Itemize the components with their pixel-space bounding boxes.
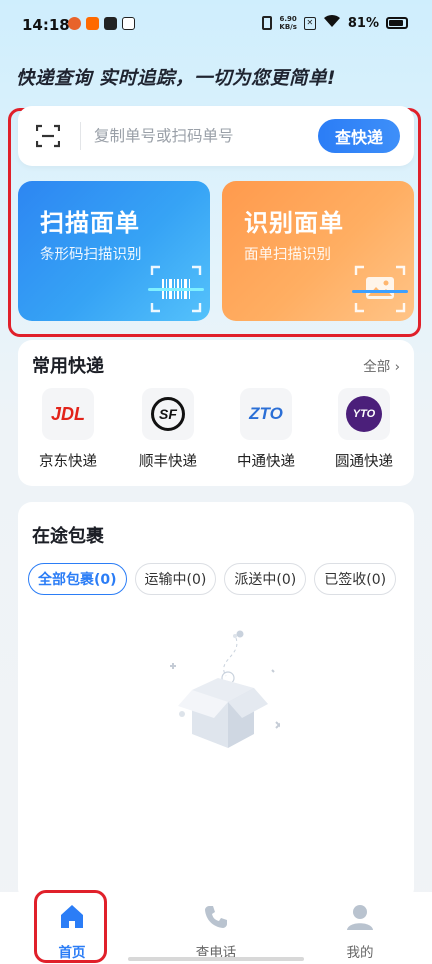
net-speed-value: 6.90 (279, 15, 297, 23)
in-transit-parcels-section: 在途包裹 全部包裹(0) 运输中(0) 派送中(0) 已签收(0) (18, 502, 414, 902)
sf-logo-icon: SF (142, 388, 194, 440)
battery-icon (386, 17, 408, 29)
status-bar: 14:18 6.90 KB/s ✕ 81% (0, 0, 432, 50)
scan-waybill-card[interactable]: 扫描面单 条形码扫描识别 (18, 181, 210, 321)
courier-sf[interactable]: SF 顺丰快递 (132, 388, 204, 478)
nav-phone[interactable]: 查电话 (168, 902, 264, 961)
highlight-frame-home-tab (34, 890, 107, 963)
slogan: 快递查询 实时追踪，一切为您更简单! (16, 68, 336, 89)
wifi-icon (323, 14, 341, 32)
common-couriers-title: 常用快递 (32, 356, 104, 377)
query-express-button[interactable]: 查快递 (318, 119, 400, 153)
courier-jd[interactable]: JDL 京东快递 (32, 388, 104, 478)
play-store-icon (122, 17, 135, 30)
identify-waybill-subtitle: 面单扫描识别 (244, 247, 331, 263)
identify-waybill-title: 识别面单 (244, 209, 344, 237)
image-scan-icon (352, 265, 408, 313)
tab-signed[interactable]: 已签收(0) (314, 563, 397, 595)
search-divider (80, 122, 81, 150)
tab-in-transit[interactable]: 运输中(0) (134, 563, 217, 595)
yto-logo-text: YTO (346, 396, 382, 432)
jd-logo-text: JDL (50, 403, 85, 424)
tab-delivering[interactable]: 派送中(0) (224, 563, 307, 595)
video-icon (104, 17, 117, 30)
nav-mine-label: 我的 (346, 945, 374, 961)
barcode-scan-icon (148, 265, 204, 313)
chevron-right-icon: › (394, 359, 400, 375)
phone-icon (205, 906, 227, 928)
courier-name: 圆通快递 (335, 454, 393, 470)
parcel-status-tabs: 全部包裹(0) 运输中(0) 派送中(0) 已签收(0) (28, 563, 397, 595)
status-time: 14:18 (22, 16, 70, 34)
all-couriers-link[interactable]: 全部 › (363, 355, 400, 375)
identify-waybill-card[interactable]: 识别面单 面单扫描识别 (222, 181, 414, 321)
courier-yto[interactable]: YTO 圆通快递 (328, 388, 400, 478)
vibrate-icon (262, 16, 273, 30)
courier-name: 顺丰快递 (139, 454, 197, 470)
home-indicator (128, 957, 304, 961)
all-couriers-label: 全部 (363, 359, 391, 375)
weibo-icon (68, 17, 81, 30)
yto-logo-icon: YTO (338, 388, 390, 440)
battery-level: 81% (347, 15, 379, 31)
tracking-number-input[interactable] (94, 120, 314, 152)
no-sim-icon: ✕ (303, 16, 316, 30)
courier-name: 京东快递 (39, 454, 97, 470)
tab-all-parcels[interactable]: 全部包裹(0) (28, 563, 127, 595)
scan-icon[interactable] (36, 124, 60, 148)
empty-box-icon (170, 630, 280, 748)
common-couriers-section: 常用快递 全部 › JDL 京东快递 SF 顺丰快递 ZTO 中通快递 YTO … (18, 340, 414, 486)
courier-name: 中通快递 (237, 454, 295, 470)
nav-mine[interactable]: 我的 (312, 902, 408, 961)
user-icon (347, 905, 373, 930)
jd-logo-icon: JDL (42, 388, 94, 440)
courier-zto[interactable]: ZTO 中通快递 (230, 388, 302, 478)
sf-logo-text: SF (151, 397, 185, 431)
zto-logo-icon: ZTO (240, 388, 292, 440)
taobao-icon (86, 17, 99, 30)
search-card: 查快递 (18, 106, 414, 166)
scan-waybill-title: 扫描面单 (40, 209, 140, 237)
in-transit-parcels-title: 在途包裹 (32, 526, 104, 547)
scan-waybill-subtitle: 条形码扫描识别 (40, 247, 142, 263)
network-speed: 6.90 KB/s (279, 15, 296, 31)
zto-logo-text: ZTO (249, 404, 283, 423)
net-speed-unit: KB/s (279, 23, 297, 31)
